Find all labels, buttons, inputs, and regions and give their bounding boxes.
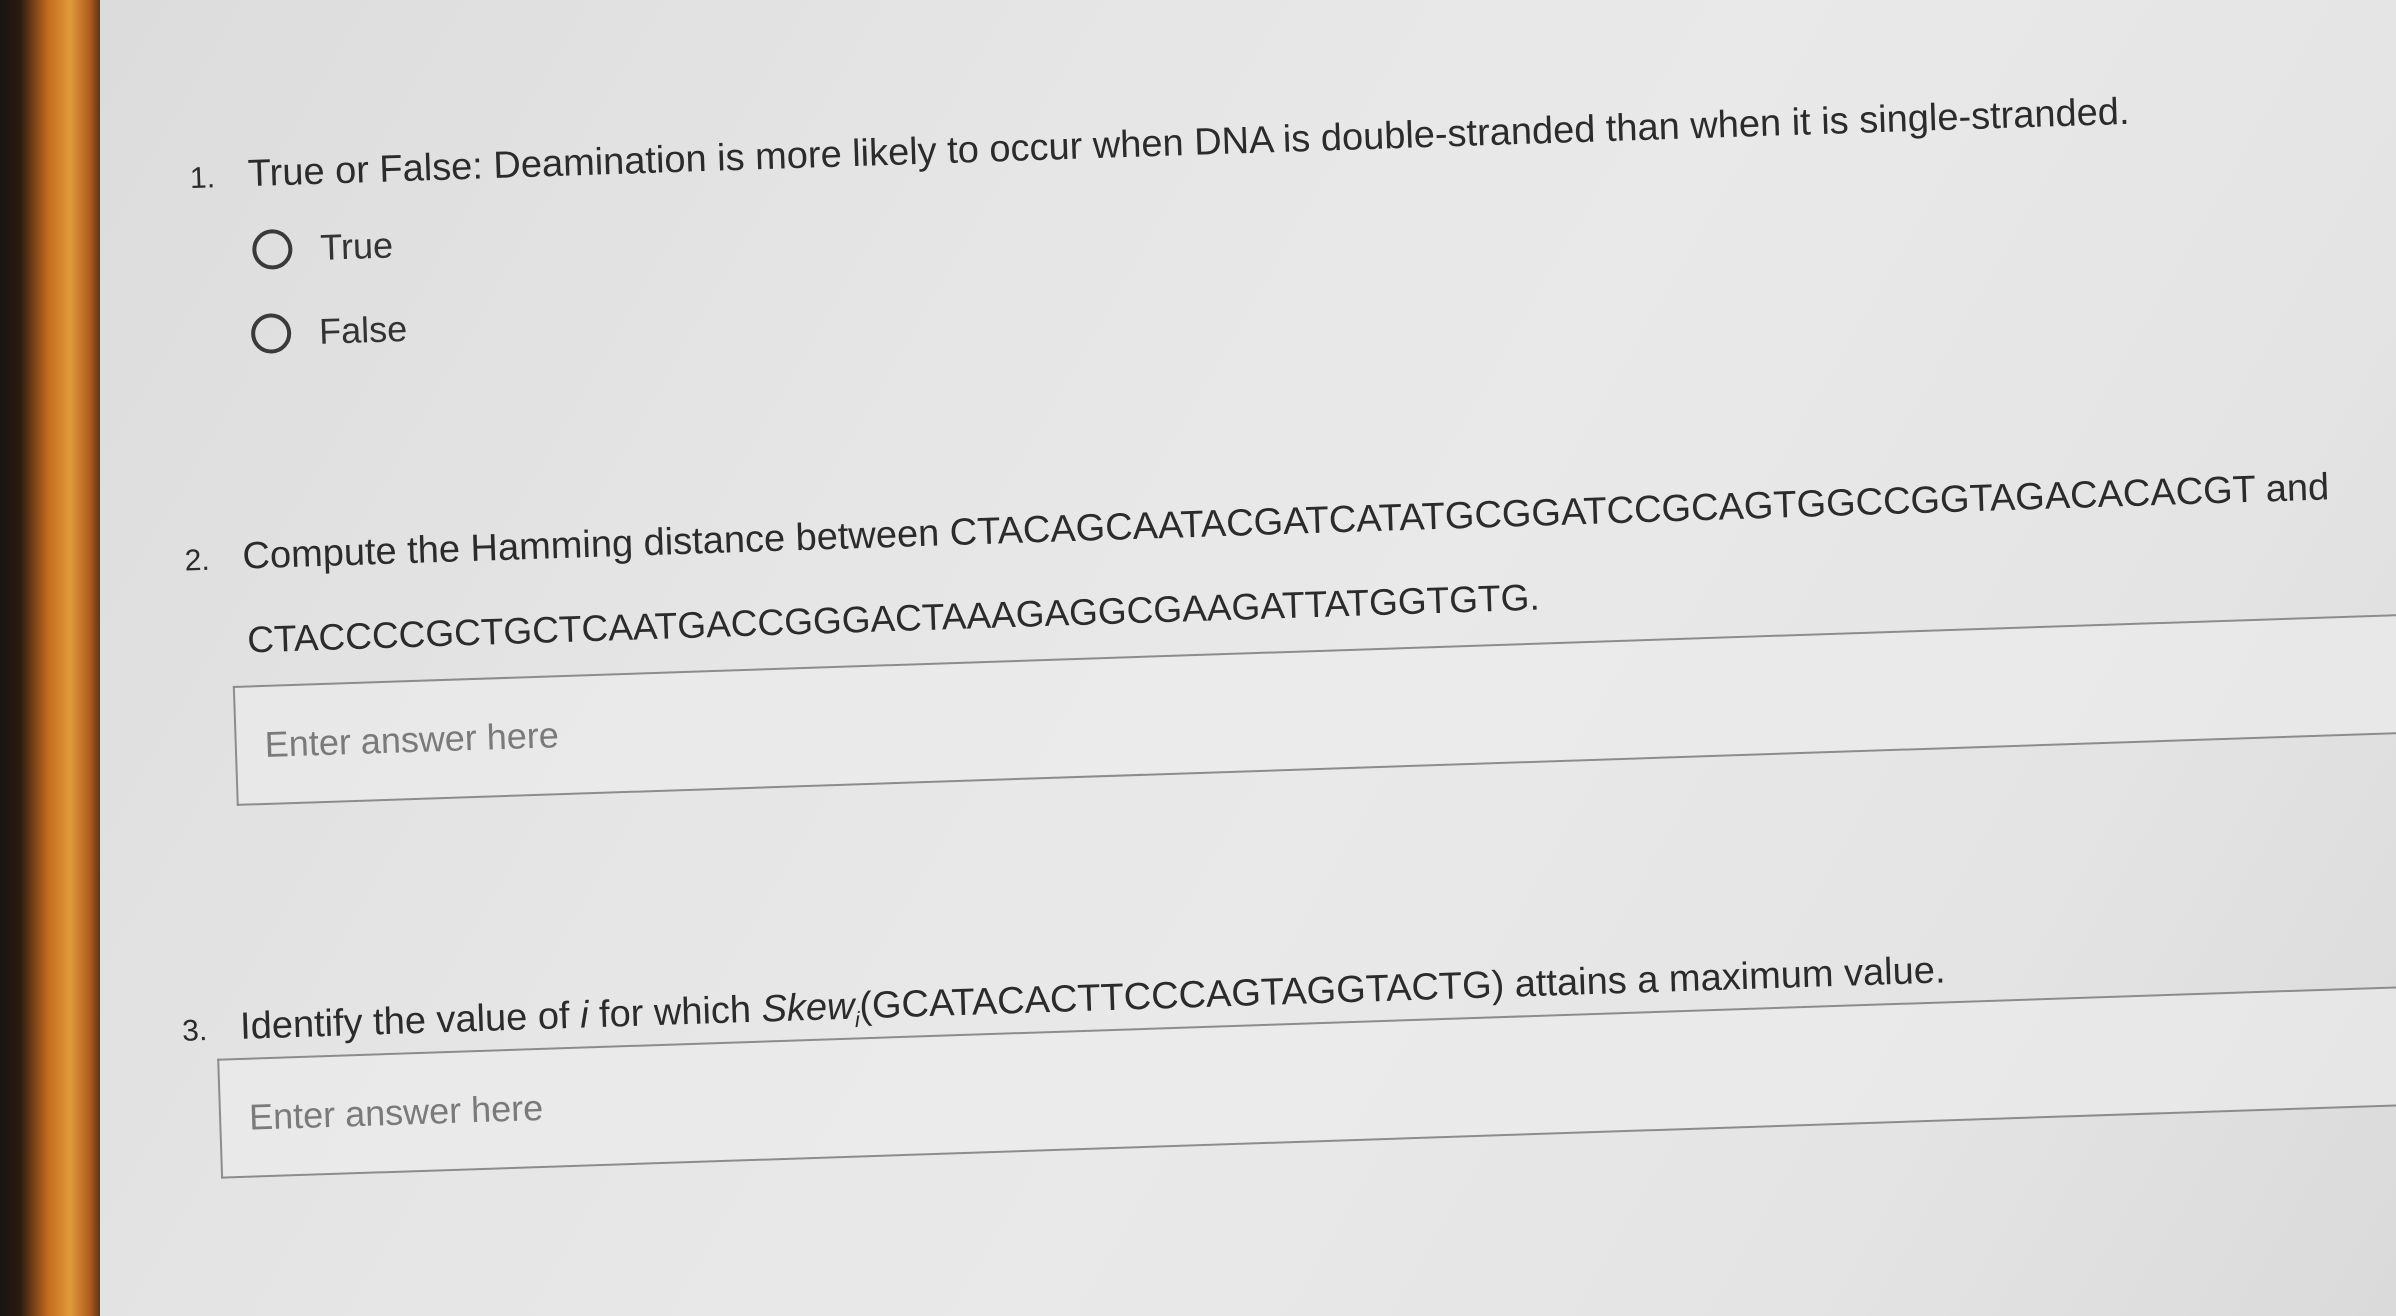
- radio-true[interactable]: [251, 228, 294, 271]
- question-1-number: 1.: [189, 161, 216, 196]
- radio-false[interactable]: [250, 312, 292, 355]
- question-3-skew: Skew: [760, 985, 856, 1031]
- option-false-label: False: [318, 308, 408, 352]
- question-3-number: 3.: [181, 1014, 208, 1048]
- question-2-text: Compute the Hamming distance between CTA…: [241, 466, 2330, 578]
- question-1: 1. True or False: Deamination is more lik…: [189, 91, 2130, 198]
- question-2-number: 2.: [184, 543, 211, 578]
- question-2: 2. Compute the Hamming distance between C…: [184, 466, 2330, 580]
- question-1-text: True or False: Deamination is more likel…: [247, 90, 2131, 196]
- option-true[interactable]: True: [251, 224, 394, 271]
- quiz-content: 1. True or False: Deamination is more lik…: [100, 0, 2396, 1315]
- option-false[interactable]: False: [250, 308, 408, 355]
- question-3-text-prefix: Identify the value of: [239, 994, 581, 1048]
- option-true-label: True: [319, 224, 394, 268]
- question-3-text-mid: for which: [587, 988, 763, 1037]
- screen: 1. True or False: Deamination is more lik…: [100, 0, 2396, 1316]
